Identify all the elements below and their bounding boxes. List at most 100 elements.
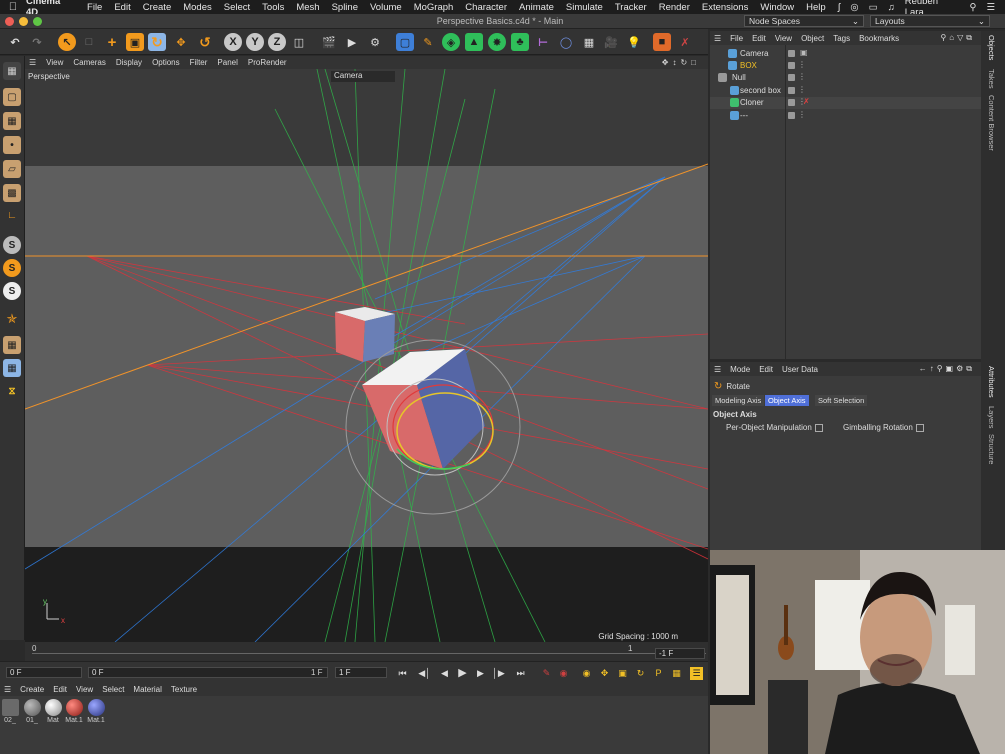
menu-mograph[interactable]: MoGraph xyxy=(414,2,454,13)
object-menu-tags[interactable]: Tags xyxy=(833,34,850,43)
record-keys-icon[interactable]: ✎ xyxy=(540,667,553,680)
airplay-icon[interactable]: ▭ xyxy=(869,2,878,13)
object-name[interactable]: Cloner xyxy=(740,98,764,107)
material-swatch[interactable]: 02_ xyxy=(0,699,20,724)
side-tab-takes[interactable]: Takes xyxy=(987,69,996,89)
attribute-menu-mode[interactable]: Mode xyxy=(730,365,750,374)
viewport-menu-icon[interactable]: ☰ xyxy=(29,58,36,67)
tab-object-axis[interactable]: Object Axis xyxy=(765,395,809,406)
material-icon[interactable]: ■ xyxy=(653,33,671,51)
perspective-viewport[interactable]: Perspective Camera x y Grid Spacing : 10… xyxy=(25,69,708,642)
model-mode-icon[interactable]: ▢ xyxy=(3,88,21,106)
spotlight-search-icon[interactable]: ⚲ xyxy=(970,2,977,13)
object-menu-object[interactable]: Object xyxy=(801,34,824,43)
previous-frame-icon[interactable]: ◀ xyxy=(438,667,451,680)
viewport-menu-options[interactable]: Options xyxy=(152,58,180,67)
material-menu-texture[interactable]: Texture xyxy=(171,685,197,694)
viewport-menu-display[interactable]: Display xyxy=(116,58,142,67)
object-name[interactable]: second box xyxy=(740,86,781,95)
menu-window[interactable]: Window xyxy=(760,2,794,13)
bluetooth-icon[interactable]: ∫ xyxy=(838,2,841,13)
undo-icon[interactable]: ↶ xyxy=(6,33,24,51)
pla-key-icon[interactable]: ▦ xyxy=(670,667,683,680)
scale-key-icon[interactable]: ▣ xyxy=(616,667,629,680)
scale-tool-icon[interactable]: ▣ xyxy=(126,33,144,51)
object-menu-view[interactable]: View xyxy=(775,34,792,43)
per-object-checkbox[interactable] xyxy=(814,423,823,432)
field-icon[interactable]: ◯ xyxy=(557,33,575,51)
viewport-menu-cameras[interactable]: Cameras xyxy=(73,58,105,67)
side-tab-content-browser[interactable]: Content Browser xyxy=(987,95,996,151)
make-editable-icon[interactable]: ▦ xyxy=(3,62,21,80)
viewport-menu-panel[interactable]: Panel xyxy=(217,58,237,67)
menu-file[interactable]: File xyxy=(87,2,102,13)
menu-extensions[interactable]: Extensions xyxy=(702,2,748,13)
current-frame-field[interactable]: 0 F xyxy=(6,667,82,678)
extrude-icon[interactable]: ▲ xyxy=(465,33,483,51)
texture-mode-icon[interactable]: ▦ xyxy=(3,112,21,130)
attribute-menu-edit[interactable]: Edit xyxy=(759,365,773,374)
timeline-end-field[interactable]: -1 F xyxy=(655,648,705,659)
visibility-toggle[interactable] xyxy=(788,99,795,106)
material-menu-icon[interactable]: ☰ xyxy=(4,685,11,694)
side-tab-structure[interactable]: Structure xyxy=(987,434,996,464)
material-swatch[interactable]: Mat.1 xyxy=(86,699,106,724)
snap-icon[interactable]: ✯ xyxy=(3,310,21,328)
axis-z-button[interactable]: Z xyxy=(268,33,286,51)
auto-key-icon[interactable]: ◉ xyxy=(557,667,570,680)
select-tool-icon[interactable]: ↖ xyxy=(58,33,76,51)
disabled-x-icon[interactable]: ✗ xyxy=(803,97,810,106)
attribute-nav-icons[interactable]: ←↑⚲▣⚙⧉ xyxy=(919,364,975,374)
solo-icon[interactable]: S xyxy=(3,236,21,254)
go-to-end-icon[interactable]: ⏭ xyxy=(514,667,527,680)
menu-tracker[interactable]: Tracker xyxy=(615,2,647,13)
object-menu-file[interactable]: File xyxy=(730,34,743,43)
viewport-menu-filter[interactable]: Filter xyxy=(190,58,208,67)
next-key-icon[interactable]: │▶ xyxy=(492,667,505,680)
volume-icon[interactable]: ♫ xyxy=(888,2,895,13)
render-settings-icon[interactable]: ⚙ xyxy=(366,33,384,51)
light-icon[interactable]: 💡 xyxy=(625,33,643,51)
render-view-icon[interactable]: ▶ xyxy=(343,33,361,51)
timeline-ruler[interactable]: 0 1 -1 F xyxy=(25,642,708,661)
mograph-icon[interactable]: ♣ xyxy=(511,33,529,51)
material-menu-create[interactable]: Create xyxy=(20,685,44,694)
polygons-mode-icon[interactable]: ▩ xyxy=(3,184,21,202)
menu-character[interactable]: Character xyxy=(465,2,507,13)
render-region-icon[interactable]: 🎬 xyxy=(320,33,338,51)
visibility-toggle[interactable] xyxy=(788,87,795,94)
subdivision-icon[interactable]: ◈ xyxy=(442,33,460,51)
gimballing-checkbox[interactable] xyxy=(915,423,924,432)
visibility-dots[interactable]: ⋮ xyxy=(798,60,806,69)
live-select-icon[interactable]: □ xyxy=(80,33,98,51)
locked-workplane-icon[interactable]: ⧖ xyxy=(3,382,21,400)
previous-key-icon[interactable]: ◀│ xyxy=(418,667,431,680)
play-icon[interactable]: ▶ xyxy=(456,667,469,680)
rotate-tool-icon[interactable]: ↻ xyxy=(148,33,166,51)
edges-mode-icon[interactable]: ▱ xyxy=(3,160,21,178)
object-menu-edit[interactable]: Edit xyxy=(752,34,766,43)
viewport-menu-prorender[interactable]: ProRender xyxy=(248,58,287,67)
parameter-key-icon[interactable]: P xyxy=(652,667,665,680)
menu-create[interactable]: Create xyxy=(143,2,172,13)
floor-icon[interactable]: ▦ xyxy=(580,33,598,51)
solo-hierarchy-icon[interactable]: S xyxy=(3,259,21,277)
deformer-icon[interactable]: ⊢ xyxy=(534,33,552,51)
workplane-icon[interactable]: ▦ xyxy=(3,336,21,354)
material-swatch[interactable]: 01_ xyxy=(22,699,42,724)
recent-tool-icon[interactable]: ↺ xyxy=(196,33,214,51)
side-tab-layers[interactable]: Layers xyxy=(987,406,996,429)
grid-icon[interactable]: ▦ xyxy=(3,359,21,377)
object-row-second-box[interactable]: second box ⋮ xyxy=(710,85,981,97)
attribute-menu-icon[interactable]: ☰ xyxy=(714,365,721,374)
go-to-start-icon[interactable]: ⏮ xyxy=(396,667,409,680)
menu-tools[interactable]: Tools xyxy=(262,2,284,13)
material-menu-edit[interactable]: Edit xyxy=(53,685,67,694)
tab-soft-selection[interactable]: Soft Selection xyxy=(815,395,868,406)
side-tab-attributes[interactable]: Attributes xyxy=(987,366,996,398)
object-menu-icon[interactable]: ☰ xyxy=(714,34,721,43)
material-menu-select[interactable]: Select xyxy=(102,685,124,694)
viewport-nav-icons[interactable]: ✥↕↻□ xyxy=(662,58,700,67)
axis-mode-icon[interactable]: ∟ xyxy=(3,206,21,224)
menu-list-icon[interactable]: ☰ xyxy=(986,2,995,13)
